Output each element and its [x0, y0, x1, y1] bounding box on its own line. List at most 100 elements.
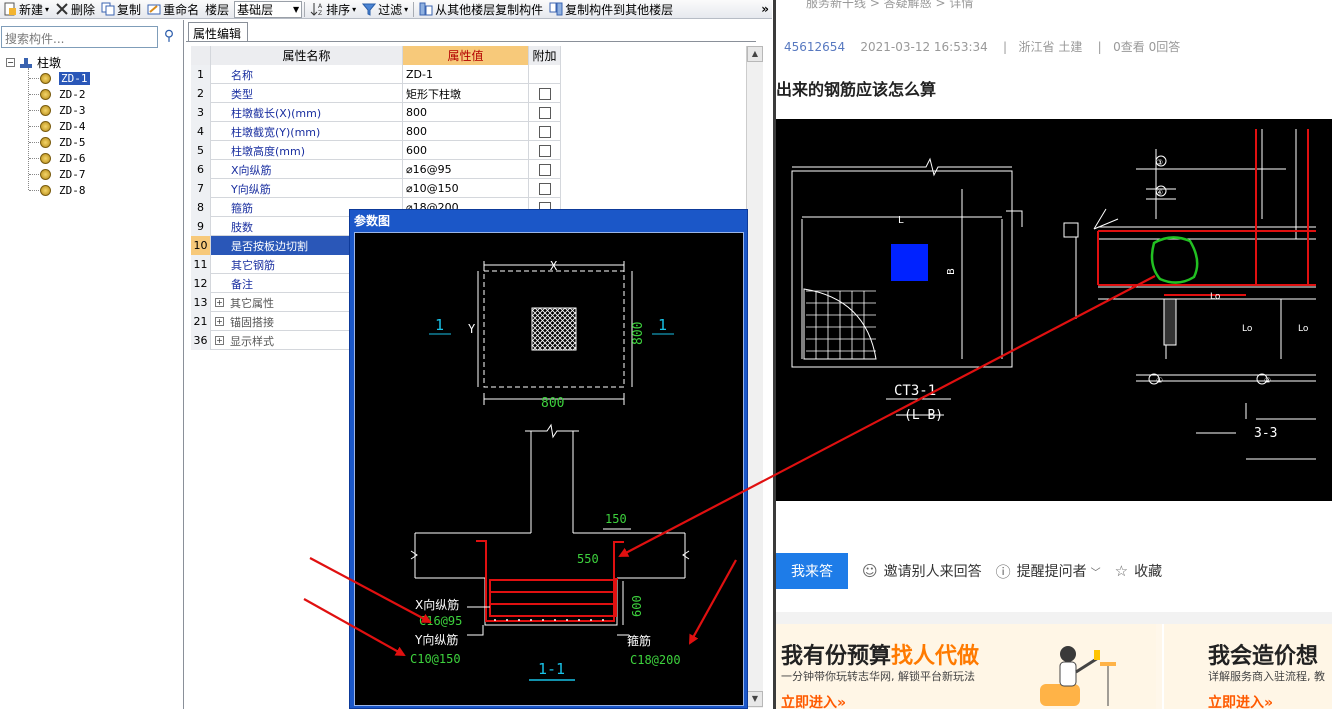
promo-banner-provider[interactable]: 我会造价想 详解服务商入驻流程, 教 立即进入»	[1162, 624, 1332, 709]
tree-item[interactable]: ZD-3	[40, 103, 86, 118]
extra-checkbox[interactable]	[538, 144, 551, 157]
property-name: 柱墩截宽(Y)(mm)	[211, 122, 403, 141]
property-extra	[529, 103, 561, 122]
cad-circle-4: ④	[1156, 188, 1163, 197]
row-index: 5	[191, 141, 211, 160]
tree-item[interactable]: ZD-8	[40, 183, 86, 198]
property-value[interactable]: ZD-1	[403, 65, 529, 84]
tree-item[interactable]: ZD-5	[40, 135, 86, 150]
tree-item[interactable]: ZD-7	[40, 167, 86, 182]
extra-checkbox[interactable]	[538, 125, 551, 138]
user-icon: ☺	[862, 562, 878, 580]
filter-button[interactable]: 过滤 ▾	[359, 0, 411, 18]
delete-button[interactable]: 删除	[52, 0, 98, 18]
tree-item[interactable]: ZD-2	[40, 87, 86, 102]
property-value[interactable]: 800	[403, 103, 529, 122]
sort-button[interactable]: AZ 排序 ▾	[307, 0, 359, 18]
search-input[interactable]: 搜索构件...	[1, 26, 158, 48]
expand-icon[interactable]: +	[215, 317, 224, 326]
property-extra	[529, 141, 561, 160]
new-button[interactable]: 新建 ▾	[0, 0, 52, 18]
property-value[interactable]: ⌀16@95	[403, 160, 529, 179]
extra-checkbox[interactable]	[538, 182, 551, 195]
stirrup-label: 箍筋	[627, 633, 651, 648]
tree-item[interactable]: ZD-1	[40, 71, 90, 86]
rename-button[interactable]: 重命名	[144, 0, 202, 18]
promo-banner-budget[interactable]: 我有份预算找人代做 一分钟带你玩转志华网, 解锁平台新玩法 立即进入»	[776, 624, 1156, 709]
tree-guide	[29, 142, 39, 143]
scroll-up-icon[interactable]: ▲	[747, 46, 763, 62]
banner-enter-link[interactable]: 立即进入»	[781, 692, 846, 709]
property-name: 名称	[211, 65, 403, 84]
grid-header-index	[191, 46, 211, 65]
copy-from-floor-button[interactable]: 从其他楼层复制构件	[416, 0, 546, 18]
filter-icon	[362, 2, 377, 16]
copy-button[interactable]: 复制	[98, 0, 144, 18]
dim-150: 150	[605, 512, 627, 526]
cad-circle-1: ①	[1156, 376, 1163, 385]
copy-to-floor-button[interactable]: 复制构件到其他楼层	[546, 0, 676, 18]
cad-lo-label-1: Lo	[1210, 292, 1221, 302]
table-row[interactable]: 5 柱墩高度(mm) 600	[191, 141, 561, 160]
table-row[interactable]: 1 名称 ZD-1	[191, 65, 561, 84]
parameter-diagram-canvas: X Y 800 800 1 1 150 550 600 X向纵筋 C16@95 …	[354, 232, 744, 706]
promo-banners: 我有份预算找人代做 一分钟带你玩转志华网, 解锁平台新玩法 立即进入» 我会造价…	[776, 624, 1332, 709]
cad-drawing: CT3-1 (L B) 3-3 B L Lo Lo Lo ① ② ③ ④	[791, 129, 1316, 460]
search-icon[interactable]: ⚲	[160, 28, 178, 46]
cad-circle-3: ③	[1156, 158, 1163, 167]
tree-item[interactable]: ZD-4	[40, 119, 86, 134]
table-row[interactable]: 4 柱墩截宽(Y)(mm) 800	[191, 122, 561, 141]
banner-title: 我会造价想	[1208, 644, 1319, 669]
banner-enter-link[interactable]: 立即进入»	[1208, 692, 1273, 709]
new-icon	[3, 2, 17, 16]
scroll-down-icon[interactable]: ▼	[747, 691, 763, 707]
extra-checkbox[interactable]	[538, 163, 551, 176]
invite-button[interactable]: ☺ 邀请别人来回答	[862, 561, 982, 581]
person-illustration	[1038, 636, 1118, 708]
tree-root-zhudun[interactable]: − 柱墩	[6, 54, 61, 71]
property-value[interactable]: 800	[403, 122, 529, 141]
question-title: 出来的钢筋应该怎么算	[776, 80, 937, 99]
property-value[interactable]: ⌀10@150	[403, 179, 529, 198]
collapse-icon[interactable]: −	[6, 58, 15, 67]
grid-header-extra: 附加	[529, 46, 561, 65]
question-id: 45612654	[784, 40, 846, 54]
table-row[interactable]: 3 柱墩截长(X)(mm) 800	[191, 103, 561, 122]
cad-circle-2: ②	[1264, 376, 1271, 385]
property-name: 类型	[211, 84, 403, 103]
expand-icon[interactable]: +	[215, 336, 224, 345]
answer-button[interactable]: 我来答	[776, 553, 848, 589]
table-row[interactable]: 7 Y向纵筋 ⌀10@150	[191, 179, 561, 198]
favorite-button[interactable]: ☆ 收藏	[1115, 561, 1162, 581]
section-mark-right: 1	[658, 316, 667, 334]
x-rebar-label: X向纵筋	[415, 597, 459, 612]
table-row[interactable]: 6 X向纵筋 ⌀16@95	[191, 160, 561, 179]
component-tree-panel: 搜索构件... ⚲ − 柱墩 ZD-1 ZD-2 ZD-3 ZD-4 ZD-5 ZD-6 Z…	[0, 20, 184, 709]
extra-checkbox[interactable]	[538, 87, 551, 100]
vertical-scrollbar[interactable]: ▲ ▼	[746, 46, 763, 708]
floor-select[interactable]: 基础层 ▼	[234, 0, 303, 18]
tree-guide	[28, 68, 29, 190]
property-value[interactable]: 600	[403, 141, 529, 160]
parameter-diagram: X Y 800 800 1 1 150 550 600 X向纵筋 C16@95 …	[410, 259, 690, 681]
remind-button[interactable]: ⓘ 提醒提问者 ﹀	[996, 561, 1101, 582]
breadcrumb[interactable]: 服务新干线 > 答疑解惑 > 详情	[806, 0, 973, 11]
tree-item[interactable]: ZD-6	[40, 151, 86, 166]
tree-guide	[29, 158, 39, 159]
pier-component-icon	[40, 121, 51, 132]
question-actions: 我来答 ☺ 邀请别人来回答 ⓘ 提醒提问者 ﹀ ☆ 收藏	[776, 553, 1332, 589]
tab-property-edit[interactable]: 属性编辑	[188, 22, 248, 41]
expand-icon[interactable]: +	[215, 298, 224, 307]
row-index: 10	[191, 236, 211, 255]
toolbar-overflow-button[interactable]: »	[758, 0, 772, 18]
property-name: 柱墩截长(X)(mm)	[211, 103, 403, 122]
property-extra	[529, 160, 561, 179]
tree-guide	[29, 110, 39, 111]
pier-component-icon	[40, 169, 51, 180]
row-index: 21	[191, 312, 211, 331]
extra-checkbox[interactable]	[538, 106, 551, 119]
question-cad-image[interactable]: CT3-1 (L B) 3-3 B L Lo Lo Lo ① ② ③ ④	[776, 119, 1332, 501]
table-row[interactable]: 2 类型 矩形下柱墩	[191, 84, 561, 103]
property-name: 柱墩高度(mm)	[211, 141, 403, 160]
property-value[interactable]: 矩形下柱墩	[403, 84, 529, 103]
